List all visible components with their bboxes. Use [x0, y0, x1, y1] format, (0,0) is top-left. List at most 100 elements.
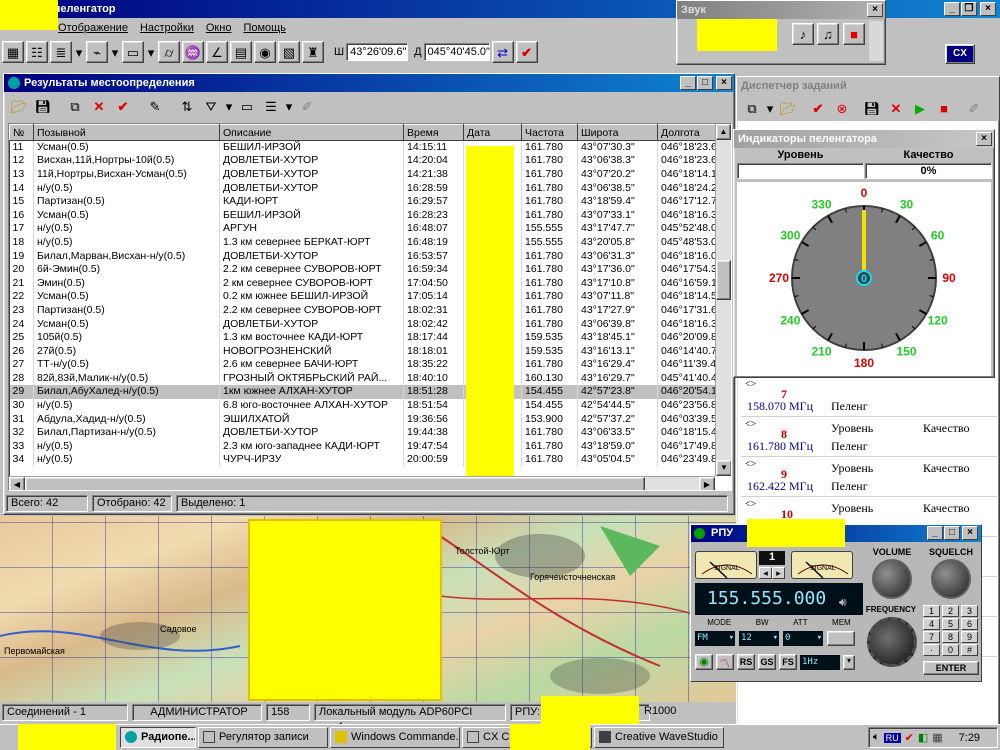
tray-app-icon[interactable]: ✔	[905, 731, 914, 744]
mem-button[interactable]	[827, 631, 855, 646]
scan-icon[interactable]: 〽	[716, 654, 734, 670]
scroll-up-icon[interactable]: ▲	[716, 124, 731, 140]
play-icon[interactable]: ▶	[909, 97, 931, 119]
report-icon[interactable]: ☰	[260, 95, 282, 117]
speaker-icon[interactable]: ♪	[792, 23, 814, 45]
table-row[interactable]: 23 Партизан(0.5) 2.2 км севернее СУВОРОВ-Ю…	[9, 303, 721, 318]
tray-app-icon[interactable]: ▦	[932, 731, 942, 744]
volume-tray-icon[interactable]: 🔈︎	[873, 731, 880, 744]
results-vertical-scrollbar[interactable]: ▲ ▼	[715, 124, 731, 476]
table-row[interactable]: 30 н/у(0.5) 6.8 юго-восточнее АЛХАН-ХУТОР 1…	[9, 398, 721, 413]
table-row[interactable]: 13 11й,Нортры,Висхан-Усман(0.5) ДОВЛЕТБИ-Х…	[9, 167, 721, 182]
wizard-icon[interactable]: ✐	[296, 95, 318, 117]
task-item[interactable]: <> 9 162.422 МГц Уровень Качество Пеленг	[741, 457, 997, 497]
dropdown-icon[interactable]: ▾	[224, 95, 234, 117]
table-row[interactable]: 25 105й(0.5) 1.3 км восточнее КАДИ-ЮРТ 18:1…	[9, 330, 721, 345]
step-select[interactable]: 1Hz	[800, 654, 840, 670]
copy-icon[interactable]: ⧉	[64, 95, 86, 117]
check-icon[interactable]: ✔	[112, 95, 134, 117]
open-folder-icon[interactable]: 📂︎	[8, 95, 30, 117]
keypad-key[interactable]: 4	[923, 618, 940, 630]
table-row[interactable]: 20 6й-Эмин(0.5) 2.2 км севернее СУВОРОВ-ЮР…	[9, 262, 721, 277]
keypad-key[interactable]: ·	[923, 644, 940, 656]
menu-item[interactable]: Отображение	[58, 19, 128, 37]
dropdown-icon[interactable]: ▾	[765, 97, 775, 119]
chevron-down-icon[interactable]: ▾	[843, 654, 855, 670]
cx-icon[interactable]: CX	[945, 44, 975, 64]
power-icon[interactable]: ◉	[695, 654, 713, 670]
bw-select[interactable]: 12 ▾	[739, 631, 779, 646]
table-icon[interactable]: ☷	[26, 41, 48, 63]
apply-check-icon[interactable]: ✔	[515, 41, 538, 63]
table-row[interactable]: 31 Абдула,Хадид-н/у(0.5) ЭШИЛХАТОЙ 19:36:56…	[9, 412, 721, 426]
keypad-key[interactable]: 6	[961, 618, 978, 630]
table-row[interactable]: 33 н/у(0.5) 2.3 км юго-западнее КАДИ-ЮРТ 19…	[9, 439, 721, 454]
scroll-right-icon[interactable]: ▶	[699, 477, 715, 490]
edit-icon[interactable]: ✎	[144, 95, 166, 117]
delete-icon[interactable]: ✕	[885, 97, 907, 119]
keypad-key[interactable]: 9	[961, 631, 978, 643]
table-row[interactable]: 12 Висхан,11й,Нортры-10й(0.5) ДОВЛЕТБИ-ХУТ…	[9, 154, 721, 168]
results-minimize-button[interactable]: _	[680, 76, 696, 90]
grid-icon[interactable]: ▦	[2, 41, 24, 63]
spectrum-icon[interactable]: ♒	[182, 41, 204, 63]
antenna-icon[interactable]: ♜	[302, 41, 324, 63]
table-row[interactable]: 22 Усман(0.5) 0.2 км южнее БЕШИЛ-ИРЗОЙ 17:0…	[9, 290, 721, 304]
compass-icon[interactable]: ◉	[254, 41, 276, 63]
squelch-knob[interactable]	[931, 559, 971, 599]
tray-app-icon[interactable]: ◧	[918, 731, 928, 744]
table-row[interactable]: 34 н/у(0.5) ЧУРЧ-ИРЗУ 20:00:59 161.780 43°05'…	[9, 453, 721, 467]
table-row[interactable]: 18 н/у(0.5) 1.3 км севернее БЕРКАТ-ЮРТ 16:4…	[9, 235, 721, 250]
channel-right-icon[interactable]: ▸	[772, 567, 785, 579]
column-header[interactable]: Дата	[463, 124, 522, 141]
taskbar-item[interactable]: Радиопе...	[120, 727, 196, 748]
stop-icon[interactable]: ■	[843, 23, 865, 45]
new-task-icon[interactable]: ⧉	[741, 97, 763, 119]
taskbar-item[interactable]: Creative WaveStudio	[594, 727, 724, 748]
keypad-key[interactable]: 8	[942, 631, 959, 643]
graph-icon[interactable]: ∠	[206, 41, 228, 63]
print-preview-icon[interactable]: ▭	[236, 95, 258, 117]
scroll-left-icon[interactable]: ◀	[9, 477, 25, 490]
minimize-button[interactable]: _	[944, 2, 960, 16]
stop-icon[interactable]: ■	[933, 97, 955, 119]
menu-item[interactable]: Помощь	[243, 19, 286, 37]
keypad-key[interactable]: 5	[942, 618, 959, 630]
enter-button[interactable]: ENTER	[923, 661, 979, 675]
table-row[interactable]: 24 Усман(0.5) ДОВЛЕТБИ-ХУТОР 18:02:42 161.78…	[9, 317, 721, 331]
rpu-mode-button[interactable]: FS	[779, 654, 797, 670]
hscroll-thumb[interactable]	[25, 477, 645, 490]
scope-icon[interactable]: ⌁	[86, 41, 108, 63]
close-button[interactable]: ×	[980, 2, 996, 16]
table-row[interactable]: 19 Билал,Марван,Висхан-н/у(0.5) ДОВЛЕТБИ-Х…	[9, 249, 721, 263]
frequency-knob[interactable]	[867, 617, 917, 667]
table-row[interactable]: 16 Усман(0.5) БЕШИЛ-ИРЗОЙ 16:28:23 161.780 43…	[9, 208, 721, 223]
rpu-mode-button[interactable]: RS	[737, 654, 755, 670]
sound-close-button[interactable]: ×	[867, 3, 883, 17]
sort-icon[interactable]: ⇅	[176, 95, 198, 117]
column-header[interactable]: Частота	[521, 124, 578, 141]
menu-item[interactable]: Окно	[206, 19, 232, 37]
list-icon[interactable]: ≣	[50, 41, 72, 63]
receiver-icon[interactable]: ▭	[122, 41, 144, 63]
taskbar-item[interactable]: Windows Commande...	[330, 727, 460, 748]
scroll-thumb[interactable]	[716, 260, 731, 300]
filter-icon[interactable]: ⛛	[200, 95, 222, 117]
column-header[interactable]: Время	[403, 124, 464, 141]
keypad-key[interactable]: 2	[942, 605, 959, 617]
rpu-mode-button[interactable]: GS	[758, 654, 776, 670]
rpu-close-button[interactable]: ×	[962, 526, 978, 540]
table-row[interactable]: 28 82й,83й,Малик-н/у(0.5) ГРОЗНЫЙ ОКТЯБРЬС…	[9, 371, 721, 386]
language-indicator[interactable]: RU	[883, 732, 901, 743]
tape-icon[interactable]: ⌭	[158, 41, 180, 63]
check-icon[interactable]: ✔	[807, 97, 829, 119]
task-item[interactable]: <> 7 158.070 МГц Пеленг	[741, 377, 997, 417]
table-row[interactable]: 14 н/у(0.5) ДОВЛЕТБИ-ХУТОР 16:28:59 161.780 4…	[9, 181, 721, 195]
rpu-minimize-button[interactable]: _	[927, 526, 943, 540]
table-row[interactable]: 21 Эмин(0.5) 2 км севернее СУВОРОВ-ЮРТ 17:0…	[9, 276, 721, 291]
map-area[interactable]: Толстой-Юрт Горячеисточненская Первомайс…	[0, 516, 736, 702]
keypad-key[interactable]: 1	[923, 605, 940, 617]
settings-icon[interactable]: ✐	[963, 97, 985, 119]
column-header[interactable]: Позывной	[33, 124, 220, 141]
taskbar-item[interactable]: Регулятор записи	[198, 727, 328, 748]
